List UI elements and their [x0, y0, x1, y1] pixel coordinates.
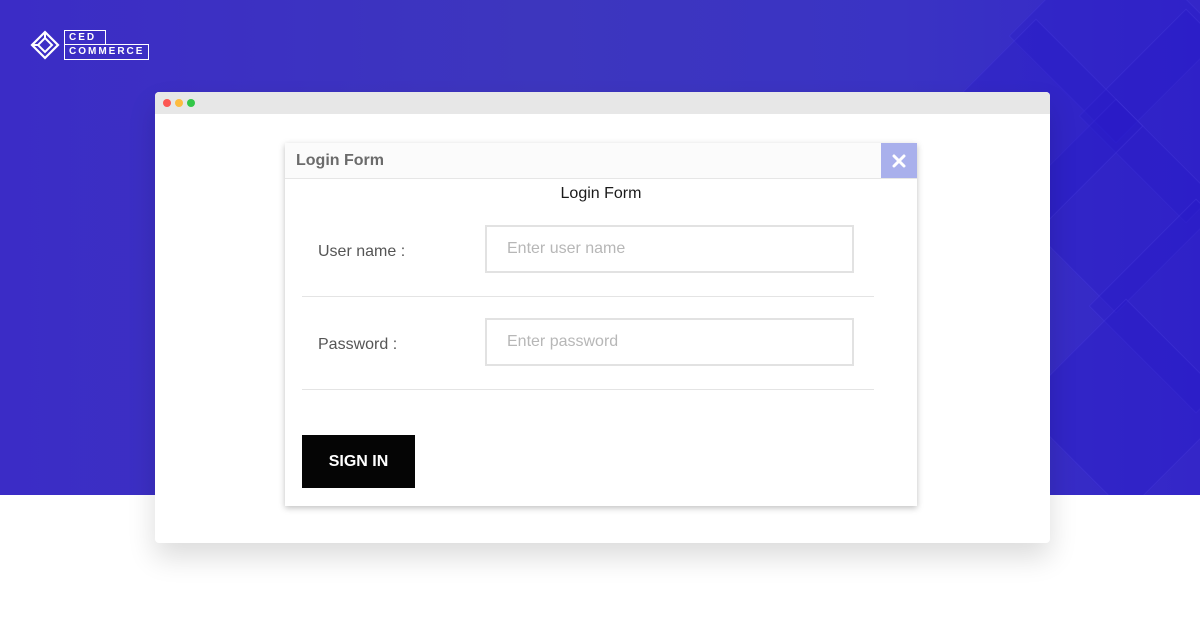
- form-heading: Login Form: [560, 185, 642, 202]
- close-button[interactable]: [881, 143, 917, 178]
- brand-line-2: COMMERCE: [64, 44, 150, 60]
- username-input[interactable]: [485, 225, 854, 273]
- username-label: User name :: [318, 243, 406, 260]
- cedcommerce-logo-icon: [30, 30, 60, 60]
- window-minimize-dot[interactable]: [175, 99, 183, 107]
- brand-wordmark: CED COMMERCE: [64, 30, 150, 60]
- form-divider: [302, 296, 874, 297]
- window-maximize-dot[interactable]: [187, 99, 195, 107]
- window-close-dot[interactable]: [163, 99, 171, 107]
- password-label: Password :: [318, 336, 398, 353]
- browser-titlebar: [155, 92, 1050, 114]
- brand-line-1: CED: [64, 30, 106, 44]
- password-input[interactable]: [485, 318, 854, 366]
- brand-logo[interactable]: CED COMMERCE: [30, 30, 150, 60]
- form-divider: [302, 389, 874, 390]
- modal-title: Login Form: [296, 152, 384, 169]
- modal-header: Login Form: [285, 143, 917, 179]
- sign-in-button[interactable]: SIGN IN: [302, 435, 415, 488]
- login-modal: Login Form Login Form User name : Passwo…: [285, 143, 917, 506]
- close-icon: [892, 154, 906, 167]
